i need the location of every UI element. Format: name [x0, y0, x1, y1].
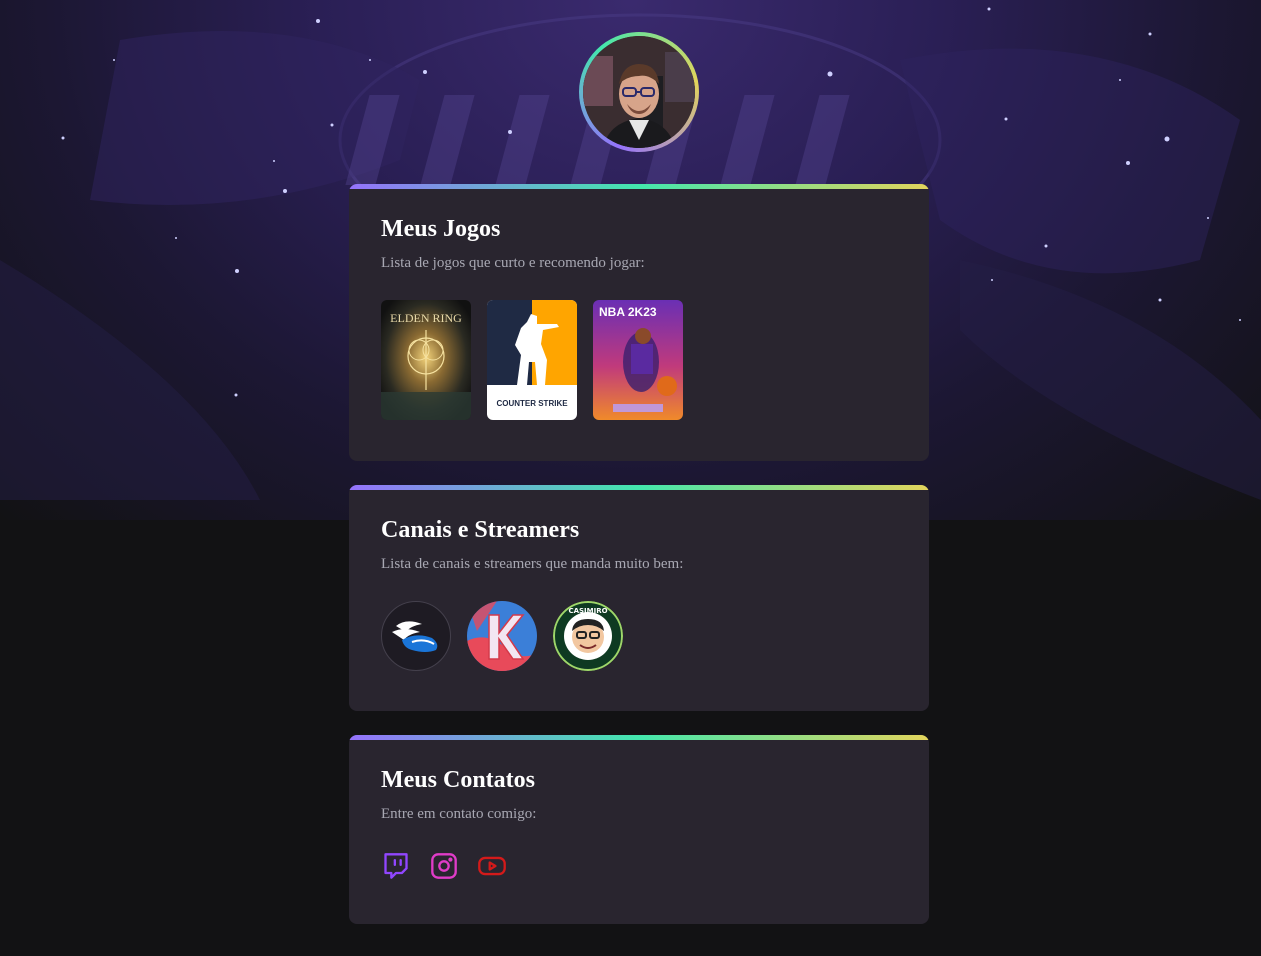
streamer-casimiro-avatar[interactable]: CASIMIRO: [553, 601, 623, 671]
instagram-link[interactable]: [429, 851, 459, 881]
casimiro-logo-text: CASIMIRO: [568, 607, 607, 615]
streamer-k-avatar[interactable]: [467, 601, 537, 671]
contacts-description: Entre em contato comigo:: [381, 806, 537, 822]
avatar: [583, 36, 695, 148]
profile-avatar: [579, 32, 699, 152]
games-list: ELDEN RING COUNTER STRIKE NBA 2K23: [381, 300, 897, 420]
elden-ring-logo-text: ELDEN RING: [390, 311, 462, 325]
winged-helmet-icon: [392, 621, 438, 652]
streamers-card: Canais e Streamers Lista de canais e str…: [349, 485, 929, 711]
instagram-icon: [431, 853, 457, 879]
streamers-title: Canais e Streamers: [381, 517, 580, 543]
avatar-photo: [583, 36, 695, 148]
games-card: Meus Jogos Lista de jogos que curto e re…: [349, 184, 929, 461]
streamers-description: Lista de canais e streamers que manda mu…: [381, 556, 684, 572]
contacts-title: Meus Contatos: [381, 767, 535, 793]
nba-2k23-logo-text: NBA 2K23: [599, 305, 657, 319]
games-description: Lista de jogos que curto e recomendo jog…: [381, 255, 645, 271]
youtube-icon: [478, 856, 506, 876]
game-elden-ring[interactable]: ELDEN RING: [381, 300, 471, 420]
youtube-link[interactable]: [477, 851, 507, 881]
contacts-card: Meus Contatos Entre em contato comigo:: [349, 735, 929, 924]
k-logo-icon: [467, 601, 537, 671]
streamer-winged-avatar[interactable]: [381, 601, 451, 671]
twitch-link[interactable]: [381, 851, 411, 881]
counter-strike-logo-text: COUNTER STRIKE: [496, 399, 568, 408]
streamers-list: CASIMIRO: [381, 601, 897, 671]
elden-ring-cover: ELDEN RING: [381, 300, 471, 420]
game-nba-2k23[interactable]: NBA 2K23: [593, 300, 683, 420]
casimiro-logo-icon: CASIMIRO: [553, 601, 623, 671]
nba-2k23-cover: NBA 2K23: [593, 300, 683, 420]
twitch-icon: [384, 853, 408, 879]
counter-strike-cover: COUNTER STRIKE: [487, 300, 577, 420]
games-title: Meus Jogos: [381, 216, 501, 242]
contacts-list: [381, 851, 897, 881]
game-counter-strike[interactable]: COUNTER STRIKE: [487, 300, 577, 420]
